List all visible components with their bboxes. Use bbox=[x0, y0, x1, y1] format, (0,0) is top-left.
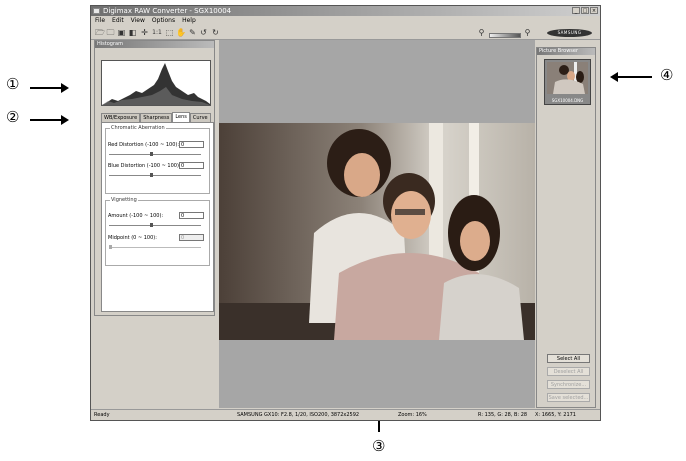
image-viewer[interactable] bbox=[219, 40, 535, 408]
fit-icon[interactable]: ✛ bbox=[140, 28, 149, 37]
save-selected-button: Save selected... bbox=[547, 393, 590, 402]
menu-view[interactable]: View bbox=[131, 16, 145, 25]
red-distortion-label: Red Distortion (-100 ~ 100): bbox=[108, 142, 180, 148]
maximize-button[interactable]: □ bbox=[581, 7, 589, 14]
left-panel: Histogram WB/Exposure Sharpness Lens Cur… bbox=[94, 40, 215, 316]
select-all-button[interactable]: Select All bbox=[547, 354, 590, 363]
zoom-out-icon[interactable]: ⚲ bbox=[477, 28, 486, 37]
rotate-right-icon[interactable]: ↻ bbox=[211, 28, 220, 37]
toolbar: 🗁 🗀 ▣ ◧ ✛ 1:1 ⬚ ✋ ✎ ↺ ↻ ⚲ ⚲ SAMSUNG bbox=[91, 25, 600, 40]
status-ready: Ready bbox=[94, 412, 110, 418]
deselect-all-button: Deselect All bbox=[547, 367, 590, 376]
preview-photo-graphic bbox=[219, 123, 535, 340]
menu-edit[interactable]: Edit bbox=[112, 16, 124, 25]
thumbnail-image bbox=[547, 62, 588, 94]
open-folder-icon[interactable]: 🗀 bbox=[106, 28, 115, 37]
midpoint-slider bbox=[109, 245, 201, 249]
midpoint-knob bbox=[109, 245, 112, 249]
rotate-left-icon[interactable]: ↺ bbox=[199, 28, 208, 37]
callout-1-arrow bbox=[30, 83, 69, 93]
compare-icon[interactable]: ◧ bbox=[128, 28, 137, 37]
tab-lens[interactable]: Lens bbox=[172, 112, 190, 122]
red-distortion-input[interactable]: 0 bbox=[179, 141, 204, 148]
picture-browser-panel: Picture Browser SGX10004.DNG Select All … bbox=[536, 47, 596, 408]
midpoint-label: Midpoint (0 ~ 100): bbox=[108, 235, 157, 241]
preview-photo bbox=[219, 123, 535, 340]
eyedropper-icon[interactable]: ✎ bbox=[188, 28, 197, 37]
zoom-in-icon[interactable]: ⚲ bbox=[523, 28, 532, 37]
chromatic-aberration-group: Chromatic Aberration Red Distortion (-10… bbox=[105, 125, 210, 194]
blue-distortion-knob[interactable] bbox=[150, 173, 154, 177]
window-title: Digimax RAW Converter - SGX10004 bbox=[103, 7, 232, 15]
picture-browser-header: Picture Browser bbox=[537, 48, 595, 55]
callout-4-arrow bbox=[610, 72, 652, 82]
amount-slider[interactable] bbox=[109, 223, 201, 227]
amount-label: Amount (-100 ~ 100): bbox=[108, 213, 164, 219]
callout-1: ① bbox=[6, 75, 20, 93]
app-icon bbox=[93, 8, 100, 14]
thumbnail-item[interactable]: SGX10004.DNG bbox=[544, 59, 591, 105]
adjust-tabs: WB/Exposure Sharpness Lens Curve bbox=[101, 112, 211, 122]
callout-3: ③ bbox=[372, 437, 386, 455]
menu-options[interactable]: Options bbox=[152, 16, 175, 25]
actual-size-button[interactable]: 1:1 bbox=[151, 28, 163, 37]
save-icon[interactable]: ▣ bbox=[117, 28, 126, 37]
open-icon[interactable]: 🗁 bbox=[95, 28, 105, 37]
histogram-graph bbox=[102, 63, 210, 105]
amount-knob[interactable] bbox=[150, 223, 154, 227]
status-camera-info: SAMSUNG GX10: F2.8, 1/20, ISO200, 3872x2… bbox=[237, 412, 360, 418]
tab-curve[interactable]: Curve bbox=[189, 113, 211, 122]
close-button[interactable]: × bbox=[590, 7, 598, 14]
status-bar: Ready SAMSUNG GX10: F2.8, 1/20, ISO200, … bbox=[91, 409, 600, 420]
vignetting-group: Vignetting Amount (-100 ~ 100): 0 Midpoi… bbox=[105, 197, 210, 266]
tab-wb-exposure[interactable]: WB/Exposure bbox=[101, 113, 141, 122]
zoom-slider[interactable] bbox=[489, 33, 521, 38]
menu-file[interactable]: File bbox=[95, 16, 105, 25]
chromatic-aberration-title: Chromatic Aberration bbox=[110, 125, 166, 131]
status-coords: X: 1665, Y: 2171 bbox=[535, 412, 576, 418]
minimize-button[interactable]: _ bbox=[572, 7, 580, 14]
brand-logo: SAMSUNG bbox=[547, 29, 592, 37]
app-window: Digimax RAW Converter - SGX10004 _ □ × F… bbox=[90, 5, 601, 421]
hand-icon[interactable]: ✋ bbox=[176, 28, 186, 37]
status-zoom: Zoom: 16% bbox=[398, 412, 427, 418]
thumbnail-graphic bbox=[547, 62, 588, 94]
tab-sharpness[interactable]: Sharpness bbox=[140, 113, 173, 122]
blue-distortion-label: Blue Distortion (-100 ~ 100): bbox=[108, 163, 181, 169]
callout-2-arrow bbox=[30, 115, 69, 125]
histogram bbox=[101, 60, 211, 106]
callout-4: ④ bbox=[660, 66, 674, 84]
vignetting-title: Vignetting bbox=[110, 197, 138, 203]
red-distortion-knob[interactable] bbox=[150, 152, 154, 156]
histogram-header: Histogram bbox=[95, 41, 214, 48]
red-distortion-slider[interactable] bbox=[109, 152, 201, 156]
zoom-box-icon[interactable]: ⬚ bbox=[165, 28, 174, 37]
lens-tab-body: Chromatic Aberration Red Distortion (-10… bbox=[101, 122, 214, 312]
menu-bar: File Edit View Options Help bbox=[91, 16, 600, 25]
status-rgb: R: 135, G: 28, B: 28 bbox=[478, 412, 528, 418]
callout-2: ② bbox=[6, 108, 20, 126]
title-bar: Digimax RAW Converter - SGX10004 _ □ × bbox=[91, 6, 600, 16]
menu-help[interactable]: Help bbox=[182, 16, 196, 25]
synchronize-button: Synchronize... bbox=[547, 380, 590, 389]
blue-distortion-input[interactable]: 0 bbox=[179, 162, 204, 169]
midpoint-input: 0 bbox=[179, 234, 204, 241]
blue-distortion-slider[interactable] bbox=[109, 173, 201, 177]
thumbnail-caption: SGX10004.DNG bbox=[551, 98, 584, 103]
amount-input[interactable]: 0 bbox=[179, 212, 204, 219]
